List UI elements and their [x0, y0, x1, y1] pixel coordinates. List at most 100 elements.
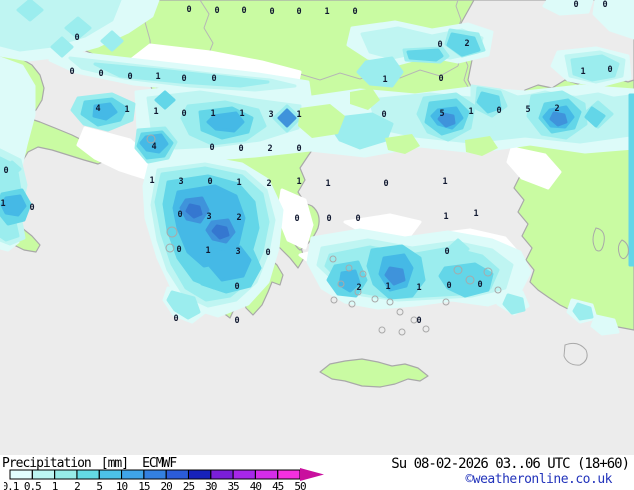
precip-value: 0 [381, 110, 386, 120]
precip-value: 0 [444, 247, 449, 257]
precip-value: 0 [177, 210, 182, 220]
legend-tick: 0.5 [24, 480, 41, 490]
precip-value: 0 [269, 7, 274, 17]
precip-value: 0 [326, 214, 331, 224]
legend-tick: 40 [250, 480, 262, 490]
legend-tick: 5 [96, 480, 102, 490]
precip-value: 0 [3, 166, 8, 176]
weather-map-screenshot: 0000000100020001001010411011310510524002… [0, 0, 634, 490]
precip-value: 4 [151, 142, 156, 152]
legend-swatch [76, 470, 100, 479]
precip-value: 0 [383, 179, 388, 189]
precip-value: 1 [443, 212, 448, 222]
precip-value: 2 [266, 179, 271, 189]
precip-blob-l5 [208, 245, 252, 282]
legend-swatch [255, 470, 278, 479]
precip-value: 0 [446, 281, 451, 291]
legend-colorbar: 0.10.5125101520253035404550 [4, 468, 324, 490]
precip-value: 1 [473, 209, 478, 219]
legend-swatch [54, 470, 77, 479]
precip-value: 0 [241, 6, 246, 16]
legend-swatch [188, 470, 211, 479]
precip-value: 0 [352, 7, 357, 17]
legend-tick: 30 [205, 480, 217, 490]
precip-value: 0 [69, 67, 74, 77]
precip-value: 1 [580, 67, 585, 77]
legend-swatch [121, 470, 144, 479]
precip-value: 5 [525, 105, 530, 115]
precip-value: 0 [173, 314, 178, 324]
precip-value: 1 [153, 107, 158, 117]
precip-value: 1 [324, 7, 329, 17]
precip-value: 0 [602, 0, 607, 10]
precip-value: 1 [205, 246, 210, 256]
precip-value: 2 [464, 39, 469, 49]
precip-value: 0 [496, 106, 501, 116]
precip-blob-l4 [406, 48, 444, 62]
precip-value: 0 [294, 214, 299, 224]
precip-value: 1 [416, 283, 421, 293]
copyright: ©weatheronline.co.uk [465, 472, 612, 487]
precipitation-map: 0 00 0 0 0 0 1 000 20 0 0 1 0 0 1 01 04 1 1 0 1 1 3 1 0 5 1 0 5 24 0 0 2… [0, 0, 634, 456]
legend: Precipitation[mm]ECMWF 0.10.512510152025… [0, 455, 634, 490]
legend-tick: 15 [138, 480, 150, 490]
precip-value: 1 [325, 179, 330, 189]
precip-value: 0 [296, 7, 301, 17]
precip-value: 0 [181, 109, 186, 119]
precip-value: 0 [186, 5, 191, 15]
precip-value: 1 [468, 107, 473, 117]
precip-value: 0 [207, 177, 212, 187]
precip-value: 0 [98, 69, 103, 79]
legend-tick: 2 [74, 480, 80, 490]
precip-value: 1 [155, 72, 160, 82]
precip-value: 2 [267, 144, 272, 154]
precip-blob-l4 [628, 93, 634, 267]
precip-value: 1 [124, 105, 129, 115]
precip-value: 3 [268, 110, 273, 120]
precip-value: 4 [95, 104, 100, 114]
precip-value: 0 [211, 74, 216, 84]
precip-value: 2 [554, 104, 559, 114]
legend-swatch [99, 470, 122, 479]
precip-value: 0 [607, 65, 612, 75]
precip-value: 1 [296, 177, 301, 187]
precip-value: 0 [296, 144, 301, 154]
precip-value: 1 [239, 109, 244, 119]
precip-value: 1 [382, 75, 387, 85]
precip-value: 0 [416, 316, 421, 326]
precip-value: 0 [29, 203, 34, 213]
precip-value: 0 [181, 74, 186, 84]
legend-swatch [166, 470, 189, 479]
precip-value: 0 [477, 280, 482, 290]
precip-value: 3 [206, 212, 211, 222]
precip-value: 3 [178, 177, 183, 187]
precip-value: 0 [176, 245, 181, 255]
precip-value: 0 [437, 40, 442, 50]
precip-value: 0 [209, 143, 214, 153]
legend-swatch [233, 470, 256, 479]
precip-value: 0 [573, 0, 578, 10]
forecast-datetime: Su 08-02-2026 03..06 UTC (18+60) [391, 456, 630, 472]
legend-swatch [210, 470, 234, 479]
precip-value: 0 [234, 316, 239, 326]
legend-swatch [277, 470, 300, 479]
precip-blob-l3 [572, 302, 594, 321]
precip-value: 1 [236, 178, 241, 188]
precip-value: 1 [442, 177, 447, 187]
precip-value: 1 [385, 282, 390, 292]
precip-value: 0 [355, 214, 360, 224]
precip-value: 0 [438, 74, 443, 84]
legend-tick: 20 [161, 480, 173, 490]
precip-value: 0 [74, 33, 79, 43]
precip-value: 1 [210, 109, 215, 119]
precip-value: 5 [439, 109, 444, 119]
legend-tick: 45 [272, 480, 284, 490]
precip-value: 2 [236, 213, 241, 223]
precip-value: 0 [127, 72, 132, 82]
legend-tick: 1 [52, 480, 58, 490]
precip-value: 1 [149, 176, 154, 186]
legend-swatch [32, 470, 55, 479]
precip-value: 1 [0, 199, 5, 209]
legend-swatch [143, 470, 167, 479]
precip-value: 0 [238, 144, 243, 154]
